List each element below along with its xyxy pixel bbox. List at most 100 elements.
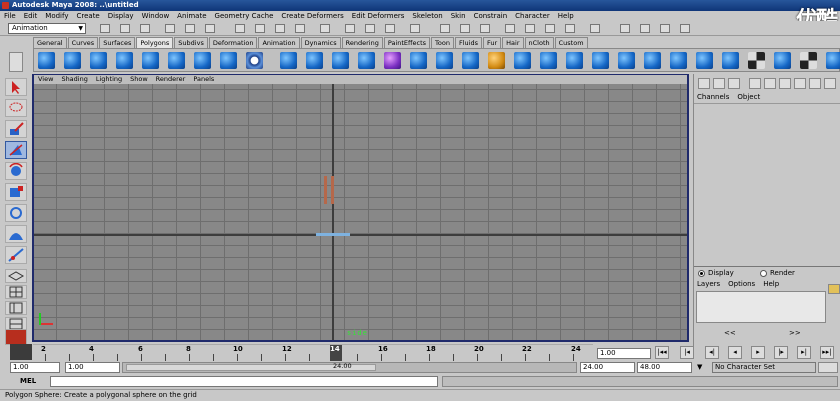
tab-hair[interactable]: Hair: [502, 37, 524, 48]
time-slider[interactable]: 2 4 6 8 10 12 14 16 18 20 22 24: [33, 344, 593, 361]
poly-sphere-icon[interactable]: [38, 52, 55, 69]
open-scene-icon[interactable]: [120, 24, 130, 33]
select-tool-icon[interactable]: [5, 78, 27, 96]
tab-custom[interactable]: Custom: [554, 37, 588, 48]
poly-cube-icon[interactable]: [64, 52, 81, 69]
tab-ncloth[interactable]: nCloth: [524, 37, 554, 48]
tab-fluids[interactable]: Fluids: [454, 37, 482, 48]
channel-box-layer-icon[interactable]: [728, 78, 740, 89]
uv-snapshot-icon[interactable]: [800, 52, 817, 69]
select-object-icon[interactable]: [185, 24, 195, 33]
menu-skeleton[interactable]: Skeleton: [408, 11, 446, 21]
mode-selector[interactable]: Animation: [8, 23, 86, 34]
menu-geometry-cache[interactable]: Geometry Cache: [211, 11, 278, 21]
step-back-frame-icon[interactable]: ◂|: [705, 346, 719, 359]
tab-curves[interactable]: Curves: [67, 37, 99, 48]
menu-create-deformers[interactable]: Create Deformers: [277, 11, 347, 21]
panel-toggle-6-icon[interactable]: [824, 78, 836, 89]
tab-polygons[interactable]: Polygons: [136, 37, 174, 48]
step-forward-frame-icon[interactable]: |▸: [774, 346, 788, 359]
merge-vertices-icon[interactable]: [592, 52, 609, 69]
render-layer-radio[interactable]: Render: [760, 269, 795, 277]
lasso-tool-icon[interactable]: [5, 99, 27, 117]
character-set-dropdown-arrow-icon[interactable]: ▼: [697, 363, 702, 371]
panel-toggle-4-icon[interactable]: [794, 78, 806, 89]
lock-icon[interactable]: [440, 24, 450, 33]
separate-icon[interactable]: [306, 52, 323, 69]
soft-modification-icon[interactable]: [5, 225, 27, 243]
panel-toggle-1-icon[interactable]: [749, 78, 761, 89]
channel-box-icon[interactable]: [698, 78, 710, 89]
panel-toggle-5-icon[interactable]: [809, 78, 821, 89]
render-settings-icon[interactable]: [385, 24, 395, 33]
channel-box-toggle-icon[interactable]: [640, 24, 650, 33]
smooth-icon[interactable]: [358, 52, 375, 69]
snap-point-icon[interactable]: [295, 24, 305, 33]
layer-list[interactable]: [696, 291, 826, 323]
attribute-editor-icon[interactable]: [525, 24, 535, 33]
current-time-field[interactable]: 1.00: [597, 348, 651, 359]
show-manipulator-icon[interactable]: [5, 246, 27, 264]
poly-torus-icon[interactable]: [168, 52, 185, 69]
scale-tool-icon[interactable]: [5, 183, 27, 201]
save-scene-icon[interactable]: [140, 24, 150, 33]
tab-animation[interactable]: Animation: [258, 37, 300, 48]
viewport-menu-shading[interactable]: Shading: [57, 75, 91, 84]
poly-cylinder-icon[interactable]: [90, 52, 107, 69]
uv-planar-icon[interactable]: [696, 52, 713, 69]
single-perspective-layout-icon[interactable]: [5, 269, 27, 283]
menu-animate[interactable]: Animate: [173, 11, 210, 21]
menu-constrain[interactable]: Constrain: [470, 11, 512, 21]
go-to-end-icon[interactable]: ▸|: [797, 346, 811, 359]
viewport-menu-panels[interactable]: Panels: [189, 75, 218, 84]
layout-uv-icon[interactable]: [826, 52, 840, 69]
tab-general[interactable]: General: [33, 37, 67, 48]
play-backwards-icon[interactable]: ◂: [728, 346, 742, 359]
poly-prism-icon[interactable]: [194, 52, 211, 69]
menu-edit-deformers[interactable]: Edit Deformers: [348, 11, 409, 21]
menu-skin[interactable]: Skin: [447, 11, 470, 21]
mel-label[interactable]: MEL: [20, 377, 36, 385]
menu-help[interactable]: Help: [554, 11, 578, 21]
insert-edge-loop-icon[interactable]: [514, 52, 531, 69]
ipr-render-icon[interactable]: [365, 24, 375, 33]
chamfer-icon[interactable]: [644, 52, 661, 69]
new-scene-icon[interactable]: [100, 24, 110, 33]
offset-edge-loop-icon[interactable]: [540, 52, 557, 69]
help-icon[interactable]: [410, 24, 420, 33]
animation-end-field[interactable]: 48.00: [637, 362, 692, 373]
camera-object-secondary[interactable]: [331, 176, 334, 204]
redo-icon[interactable]: [590, 24, 600, 33]
hypershade-icon[interactable]: [505, 24, 515, 33]
mask-icon[interactable]: [235, 24, 245, 33]
step-forward-key-icon[interactable]: ▸▸|: [820, 346, 834, 359]
split-polygon-icon[interactable]: [488, 52, 505, 69]
viewport-menu-renderer[interactable]: Renderer: [152, 75, 190, 84]
attribute-toggle-icon[interactable]: [680, 24, 690, 33]
history-icon[interactable]: [320, 24, 330, 33]
snap-curve-icon[interactable]: [275, 24, 285, 33]
playback-end-field[interactable]: 24.00: [580, 362, 635, 373]
uv-cylindrical-icon[interactable]: [722, 52, 739, 69]
window-layout-icon[interactable]: [620, 24, 630, 33]
mirror-geometry-icon[interactable]: [384, 52, 401, 69]
poly-pipe-icon[interactable]: [220, 52, 237, 69]
playback-start-field[interactable]: 1.00: [65, 362, 120, 373]
poly-cone-icon[interactable]: [116, 52, 133, 69]
play-forwards-icon[interactable]: ▸: [751, 346, 765, 359]
object-menu[interactable]: Object: [737, 93, 760, 101]
rotate-tool-icon[interactable]: [5, 162, 27, 180]
camera-icon[interactable]: [460, 24, 470, 33]
four-view-layout-icon[interactable]: [5, 285, 27, 299]
menu-modify[interactable]: Modify: [41, 11, 72, 21]
camera-object[interactable]: [324, 176, 327, 204]
bridge-icon[interactable]: [436, 52, 453, 69]
layers-menu[interactable]: Layers: [697, 280, 720, 288]
animation-preferences-icon[interactable]: [818, 362, 838, 373]
tool-settings-icon[interactable]: [660, 24, 670, 33]
uv-editor-icon[interactable]: [774, 52, 791, 69]
extrude-icon[interactable]: [410, 52, 427, 69]
tab-deformation[interactable]: Deformation: [208, 37, 258, 48]
menu-file[interactable]: File: [0, 11, 20, 21]
viewport-menu-view[interactable]: View: [34, 75, 57, 84]
